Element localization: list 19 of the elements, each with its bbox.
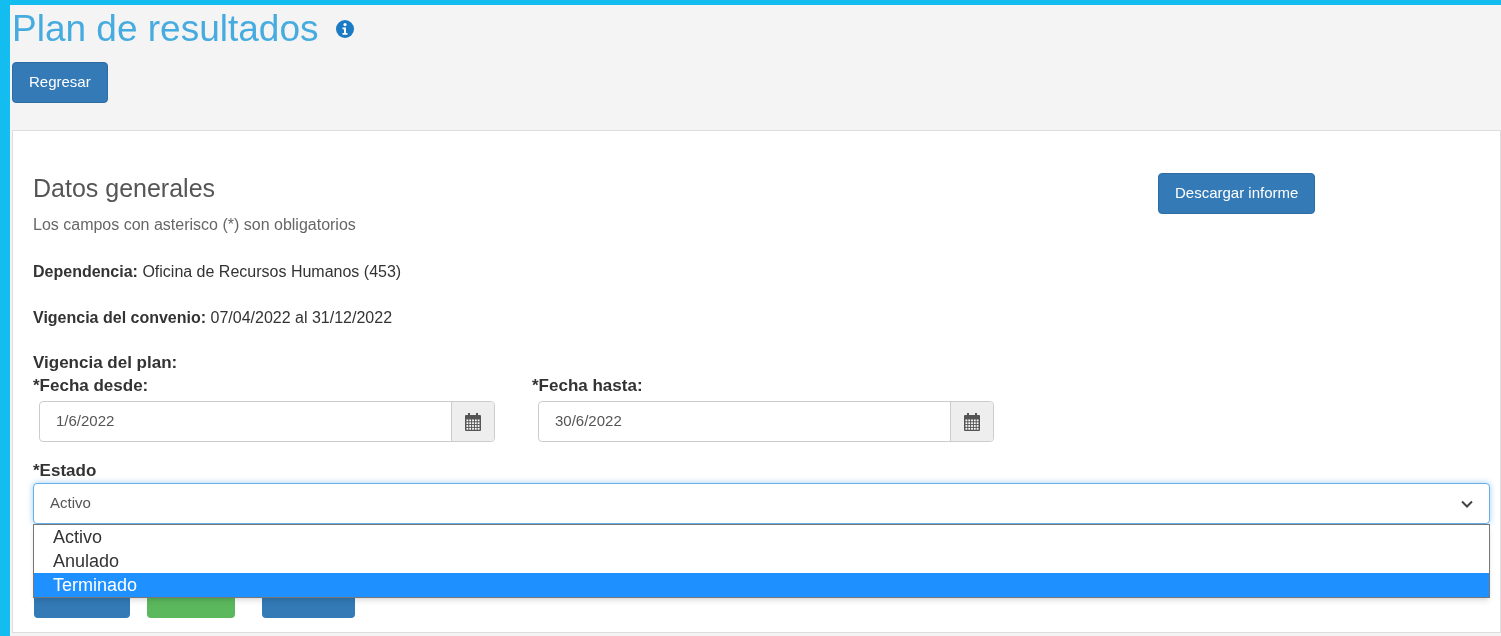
field-label: *Fecha desde: [33,375,150,397]
info-text: Vigencia del convenio: 07/04/2022 al 31/12/2022 [33,308,394,328]
date-field[interactable]: 1/6/2022 [39,401,495,442]
dropdown-option[interactable]: Anulado [34,549,1489,573]
plan-label: Vigencia del plan: [33,352,179,374]
date-value: 1/6/2022 [55,411,116,432]
page-title: Plan de resultados [12,7,319,51]
date-value: 30/6/2022 [554,411,623,432]
field-label: *Estado [33,460,98,482]
info-text: Dependencia: Oficina de Recursos Humanos (453) [33,262,403,282]
date-field[interactable]: 30/6/2022 [538,401,994,442]
back-button[interactable]: Regresar [12,62,108,103]
dropdown-option[interactable]: Activo [34,525,1489,549]
required-note: Los campos con asterisco (*) son obligatorios [33,215,357,235]
field-label: *Fecha hasta: [532,375,644,397]
status-select[interactable]: Activo [33,483,1490,524]
select-value: Activo [50,493,91,514]
download-button[interactable]: Descargar informe [1158,173,1316,214]
section-title: Datos generales [33,173,217,203]
